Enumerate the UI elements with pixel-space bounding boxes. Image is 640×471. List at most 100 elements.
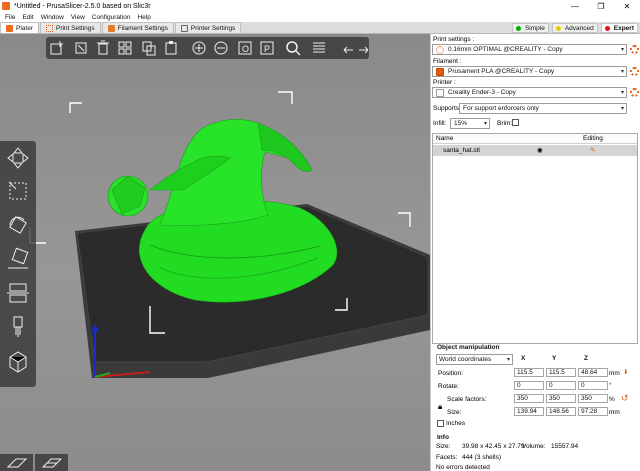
- minimize-button[interactable]: —: [562, 0, 588, 12]
- axis-y-label: Y: [552, 355, 557, 362]
- split-parts-button[interactable]: P: [258, 39, 276, 57]
- close-button[interactable]: ✕: [614, 0, 640, 12]
- arrange-button[interactable]: [116, 39, 134, 57]
- preview-icon: [41, 458, 62, 467]
- lock-icon[interactable]: 🔒︎: [438, 402, 442, 412]
- mode-switcher: Simple Advanced Expert: [511, 23, 638, 33]
- mode-advanced-button[interactable]: Advanced: [551, 23, 598, 33]
- search-button[interactable]: [284, 39, 302, 57]
- rotate-tool-button[interactable]: [3, 211, 33, 239]
- scale-y-input[interactable]: 350: [546, 394, 576, 403]
- rotate-z-input[interactable]: 0: [578, 381, 608, 390]
- inches-checkbox[interactable]: [437, 420, 444, 427]
- tab-filament-settings[interactable]: Filament Settings: [101, 22, 174, 33]
- info-title: Info: [437, 434, 449, 441]
- view-layers-button[interactable]: [0, 454, 33, 471]
- edit-settings-icon[interactable]: ✎: [590, 146, 595, 154]
- menu-help[interactable]: Help: [137, 14, 150, 21]
- eye-icon[interactable]: ◉: [537, 146, 543, 154]
- support-painting-button[interactable]: [3, 313, 33, 341]
- brim-checkbox[interactable]: [512, 119, 519, 126]
- window-controls: — ❐ ✕: [562, 0, 640, 12]
- hollow-tool-button[interactable]: [3, 347, 33, 375]
- print-settings-gear-icon-button[interactable]: [630, 45, 639, 54]
- printer-value: Creality Ender-3 - Copy: [448, 89, 516, 96]
- cut-tool-button[interactable]: [3, 279, 33, 307]
- scale-z-input[interactable]: 350: [578, 394, 608, 403]
- add-instance-button[interactable]: [190, 39, 208, 57]
- drop-to-bed-icon[interactable]: ⬇: [623, 368, 628, 376]
- filament-gear-icon[interactable]: [630, 67, 639, 76]
- object-list: Name Editing santa_hat.stl ◉ ✎: [432, 133, 638, 344]
- menu-window[interactable]: Window: [41, 14, 64, 21]
- menu-configuration[interactable]: Configuration: [92, 14, 131, 21]
- 3d-viewport[interactable]: [0, 34, 430, 471]
- place-on-face-button[interactable]: [3, 245, 33, 273]
- print-settings-gear-icon: [436, 45, 444, 54]
- mode-simple-button[interactable]: Simple: [511, 23, 549, 33]
- paint-brush-icon: [13, 316, 23, 337]
- move-tool-button[interactable]: [3, 144, 33, 172]
- undo-button[interactable]: [338, 39, 356, 57]
- svg-text:O: O: [242, 44, 249, 54]
- print-settings-combo[interactable]: 0.16mm OPTIMAL @CREALITY - Copy ▾: [432, 44, 627, 55]
- column-editing[interactable]: Editing: [583, 135, 603, 142]
- tab-print-settings[interactable]: Print Settings: [39, 22, 101, 33]
- print-settings-value: 0.16mm OPTIMAL @CREALITY - Copy: [448, 46, 563, 53]
- scale-x-input[interactable]: 350: [514, 394, 544, 403]
- column-name[interactable]: Name: [436, 135, 453, 142]
- rotate-x-input[interactable]: 0: [514, 381, 544, 390]
- rotate-y-input[interactable]: 0: [546, 381, 576, 390]
- printer-gear-icon[interactable]: [630, 88, 639, 97]
- coordinate-system-combo[interactable]: World coordinates ▾: [436, 354, 513, 365]
- object-row[interactable]: santa_hat.stl ◉ ✎: [433, 145, 637, 156]
- chevron-down-icon: ▾: [620, 90, 624, 96]
- size-unit: mm: [609, 409, 620, 416]
- layers-editing-button[interactable]: [310, 39, 328, 57]
- layers-icon: [313, 42, 325, 53]
- paste-button[interactable]: [162, 39, 180, 57]
- delete-button[interactable]: [72, 39, 90, 57]
- view-preview-button[interactable]: [35, 454, 68, 471]
- add-object-button[interactable]: [48, 39, 66, 57]
- menu-file[interactable]: File: [5, 14, 15, 21]
- printer-combo[interactable]: Creality Ender-3 - Copy ▾: [432, 87, 627, 98]
- mode-simple-label: Simple: [524, 24, 545, 32]
- redo-button[interactable]: [356, 39, 374, 57]
- position-y-input[interactable]: 115.5: [546, 368, 576, 377]
- split-parts-icon: P: [260, 41, 274, 55]
- info-volume-label: Volume:: [522, 443, 546, 450]
- size-y-input[interactable]: 148.56: [546, 407, 576, 416]
- undo-icon: [343, 46, 353, 54]
- mode-expert-button[interactable]: Expert: [600, 23, 638, 33]
- position-unit: mm: [609, 370, 620, 377]
- maximize-button[interactable]: ❐: [588, 0, 614, 12]
- size-z-input[interactable]: 97.28: [578, 407, 608, 416]
- supports-combo[interactable]: For support enforcers only ▾: [459, 103, 627, 114]
- menu-edit[interactable]: Edit: [22, 14, 33, 21]
- move-arrows-icon: [7, 147, 29, 169]
- remove-instance-icon: [214, 41, 228, 55]
- title-bar: *Untitled - PrusaSlicer-2.5.0 based on S…: [0, 0, 640, 12]
- scale-tool-button[interactable]: [3, 177, 33, 205]
- tab-printer-settings[interactable]: Printer Settings: [174, 22, 242, 33]
- copy-button[interactable]: [140, 39, 158, 57]
- size-x-input[interactable]: 139.94: [514, 407, 544, 416]
- menu-view[interactable]: View: [71, 14, 85, 21]
- left-toolbar: [0, 141, 36, 387]
- delete-all-button[interactable]: [94, 39, 112, 57]
- redo-icon: [359, 46, 369, 54]
- infill-combo[interactable]: 15% ▾: [450, 118, 490, 129]
- paste-icon: [165, 41, 177, 55]
- axis-z-label: Z: [584, 355, 588, 362]
- split-objects-button[interactable]: O: [236, 39, 254, 57]
- scale-factors-label: Scale factors:: [447, 396, 487, 403]
- tab-plater[interactable]: Plater: [0, 22, 39, 33]
- filament-combo[interactable]: Prusament PLA @CREALITY - Copy ▾: [432, 66, 627, 77]
- trash-icon: [97, 40, 109, 55]
- position-z-input[interactable]: 48.64: [578, 368, 608, 377]
- remove-instance-button[interactable]: [212, 39, 230, 57]
- reset-scale-icon[interactable]: ↺: [621, 393, 629, 404]
- position-x-input[interactable]: 115.5: [514, 368, 544, 377]
- tab-printer-settings-label: Printer Settings: [190, 24, 236, 32]
